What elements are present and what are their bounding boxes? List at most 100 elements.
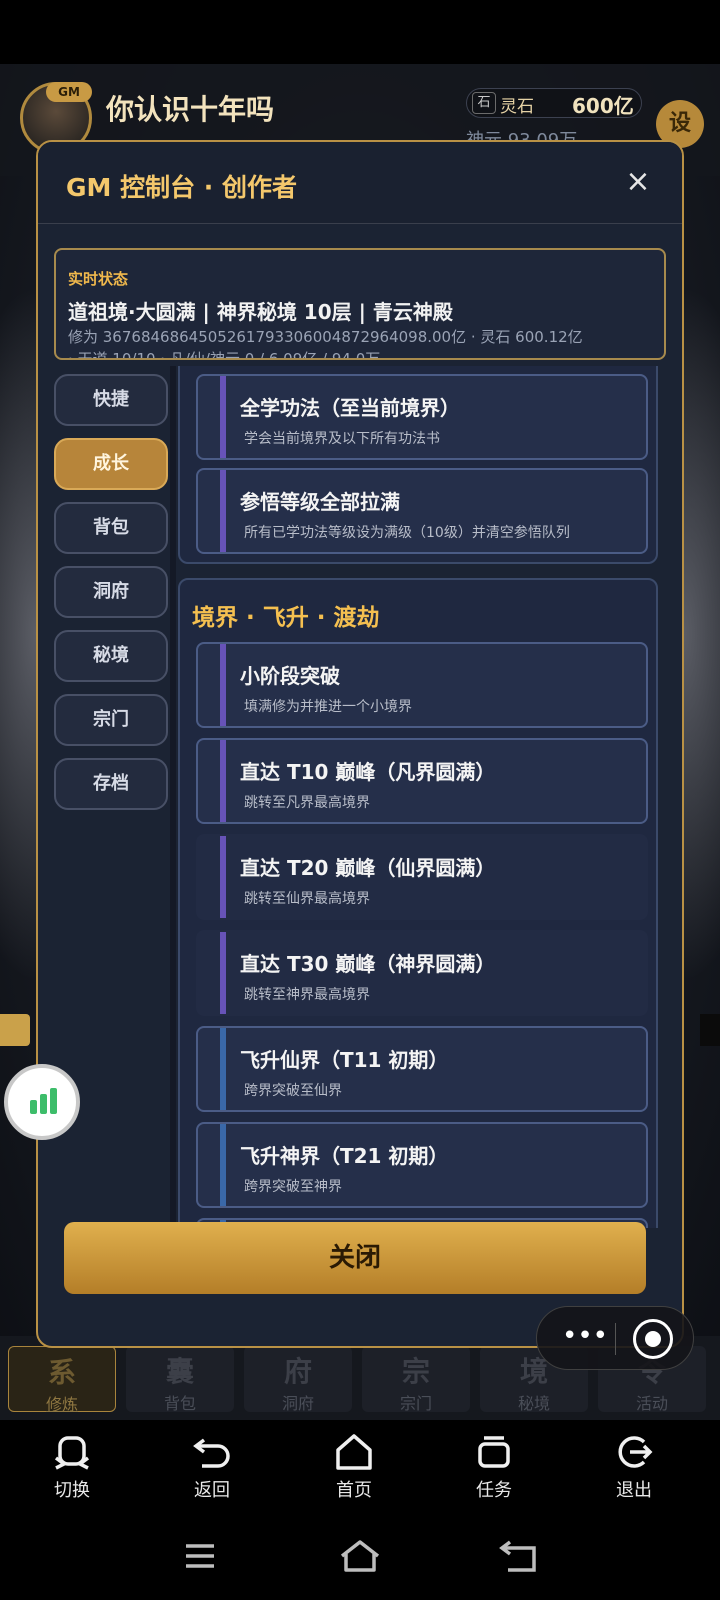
cultivate-icon: 系 <box>47 1356 76 1389</box>
game-nav-label: 修炼 <box>45 1395 78 1414</box>
item-accent-bar <box>220 836 226 918</box>
item-title: 飞升仙界（T11 初期） <box>240 1048 449 1072</box>
item-subtitle: 填满修为并推进一个小境界 <box>244 699 412 715</box>
side-tab-right <box>700 1014 720 1046</box>
home-icon <box>336 1434 372 1470</box>
group-card: 全学功法（至当前境界） 学会当前境界及以下所有功法书 参悟等级全部拉满 所有已学… <box>178 366 658 564</box>
app-home-label: 首页 <box>336 1480 372 1501</box>
signal-bar <box>30 1100 37 1114</box>
tab-quick[interactable]: 快捷 <box>54 374 168 426</box>
exit-icon <box>618 1436 653 1468</box>
item-accent-bar <box>220 932 226 1014</box>
game-nav-sect[interactable]: 宗 宗门 <box>362 1346 470 1413</box>
tab-realm[interactable]: 秘境 <box>54 630 168 682</box>
tab-bag[interactable]: 背包 <box>54 502 168 554</box>
game-nav-label: 宗门 <box>399 1394 432 1413</box>
signal-bar <box>50 1088 57 1114</box>
item-title: 直达 T10 巅峰（凡界圆满） <box>240 760 496 784</box>
group-card-realm: 境界 · 飞升 · 渡劫 小阶段突破 填满修为并推进一个小境界 直达 T10 巅… <box>178 578 658 1228</box>
back-icon <box>193 1438 230 1468</box>
game-nav-cultivate[interactable]: 系 修炼 <box>8 1346 116 1414</box>
action-jump-t10[interactable]: 直达 T10 巅峰（凡界圆满） 跳转至凡界最高境界 <box>196 738 648 824</box>
item-subtitle: 所有已学功法等级设为满级（10级）并清空参悟队列 <box>244 525 570 541</box>
modal-header: GM 控制台 · 创作者 × <box>38 142 682 224</box>
item-subtitle: 跳转至凡界最高境界 <box>244 795 370 811</box>
action-ascend-immortal[interactable]: 飞升仙界（T11 初期） 跨界突破至仙界 <box>196 1026 648 1112</box>
screen: GM 你认识十年吗 石 灵石 600亿 神元 93.09万 设 系 修炼 囊 背… <box>0 0 720 1600</box>
item-subtitle: 学会当前境界及以下所有功法书 <box>244 431 440 447</box>
item-subtitle: 跳转至神界最高境界 <box>244 987 370 1003</box>
item-title: 直达 T20 巅峰（仙界圆满） <box>240 856 496 880</box>
action-jump-t20[interactable]: 直达 T20 巅峰（仙界圆满） 跳转至仙界最高境界 <box>196 834 648 920</box>
app-exit-button[interactable]: 退出 <box>584 1432 684 1502</box>
signal-bar <box>40 1094 47 1114</box>
tab-growth[interactable]: 成长 <box>54 438 168 490</box>
stone-icon: 石 <box>472 92 496 114</box>
bag-icon: 囊 <box>165 1355 194 1388</box>
close-button[interactable]: 关闭 <box>64 1222 646 1294</box>
sect-icon: 宗 <box>401 1355 430 1388</box>
item-accent-bar <box>220 1124 226 1206</box>
item-accent-bar <box>220 376 226 458</box>
app-task-button[interactable]: 任务 <box>444 1432 544 1502</box>
gm-badge: GM <box>46 82 92 102</box>
system-home-icon[interactable] <box>330 1534 390 1578</box>
status-main: 道祖境·大圆满 | 神界秘境 10层 | 青云神殿 <box>68 300 453 324</box>
switch-icon <box>54 1436 90 1470</box>
group-title: 境界 · 飞升 · 渡劫 <box>192 605 380 631</box>
action-minor-breakthrough[interactable]: 小阶段突破 填满修为并推进一个小境界 <box>196 642 648 728</box>
app-home-button[interactable]: 首页 <box>304 1432 404 1502</box>
item-accent-bar <box>220 470 226 552</box>
game-nav-cave[interactable]: 府 洞府 <box>244 1346 352 1413</box>
system-back-icon[interactable] <box>490 1534 550 1578</box>
item-subtitle: 跳转至仙界最高境界 <box>244 891 370 907</box>
item-subtitle: 跨界突破至神界 <box>244 1179 342 1195</box>
home-outline <box>340 1540 380 1572</box>
app-back-button[interactable]: 返回 <box>162 1432 262 1502</box>
tab-save[interactable]: 存档 <box>54 758 168 810</box>
action-jump-t30[interactable]: 直达 T30 巅峰（神界圆满） 跳转至神界最高境界 <box>196 930 648 1016</box>
menu-lines <box>186 1544 214 1568</box>
status-detail: 修为 367684686450526179330600487296409​8.0… <box>68 328 583 346</box>
tab-sect[interactable]: 宗门 <box>54 694 168 746</box>
app-switch-button[interactable]: 切换 <box>22 1432 122 1502</box>
game-nav-label: 活动 <box>635 1394 668 1413</box>
side-tab-left <box>0 1014 30 1046</box>
mini-program-capsule: ••• <box>536 1306 694 1370</box>
close-icon[interactable]: × <box>618 162 658 202</box>
close-target-icon[interactable] <box>633 1319 673 1359</box>
resource-label: 灵石 <box>500 97 534 117</box>
status-detail: · 天道 10/10 · 凡/仙/神元 0 / 6.09亿 / 94.0万 <box>68 350 381 360</box>
action-max-comprehension[interactable]: 参悟等级全部拉满 所有已学功法等级设为满级（10级）并清空参悟队列 <box>196 468 648 554</box>
back-arrow <box>499 1540 536 1572</box>
game-nav-label: 秘境 <box>517 1394 550 1413</box>
capsule-divider <box>615 1323 616 1355</box>
menu-icon[interactable] <box>170 1534 230 1578</box>
item-title: 参悟等级全部拉满 <box>240 490 400 514</box>
floating-stats-button[interactable] <box>4 1064 80 1140</box>
status-label: 实时状态 <box>68 270 129 288</box>
app-back-label: 返回 <box>194 1480 230 1501</box>
item-title: 全学功法（至当前境界） <box>240 396 460 420</box>
app-exit-label: 退出 <box>616 1480 652 1501</box>
cave-icon: 府 <box>283 1355 312 1388</box>
content-panel: 全学功法（至当前境界） 学会当前境界及以下所有功法书 参悟等级全部拉满 所有已学… <box>174 366 670 1228</box>
game-nav-label: 背包 <box>163 1394 196 1413</box>
modal-title: GM 控制台 · 创作者 <box>66 173 298 202</box>
item-accent-bar <box>220 644 226 726</box>
task-icon <box>478 1436 510 1468</box>
action-learn-all-skills[interactable]: 全学功法（至当前境界） 学会当前境界及以下所有功法书 <box>196 374 648 460</box>
item-subtitle: 跨界突破至仙界 <box>244 1083 342 1099</box>
action-ascend-divine[interactable]: 飞升神界（T21 初期） 跨界突破至神界 <box>196 1122 648 1208</box>
more-icon[interactable]: ••• <box>555 1321 615 1355</box>
game-nav-bag[interactable]: 囊 背包 <box>126 1346 234 1413</box>
item-accent-bar <box>220 1028 226 1110</box>
tab-cave[interactable]: 洞府 <box>54 566 168 618</box>
item-title: 直达 T30 巅峰（神界圆满） <box>240 952 496 976</box>
status-card: 实时状态 道祖境·大圆满 | 神界秘境 10层 | 青云神殿 修为 367684… <box>54 248 666 360</box>
item-title: 飞升神界（T21 初期） <box>240 1144 449 1168</box>
status-bar <box>0 0 720 64</box>
app-task-label: 任务 <box>476 1480 512 1501</box>
app-switch-label: 切换 <box>54 1480 90 1501</box>
game-nav-label: 洞府 <box>281 1394 314 1413</box>
